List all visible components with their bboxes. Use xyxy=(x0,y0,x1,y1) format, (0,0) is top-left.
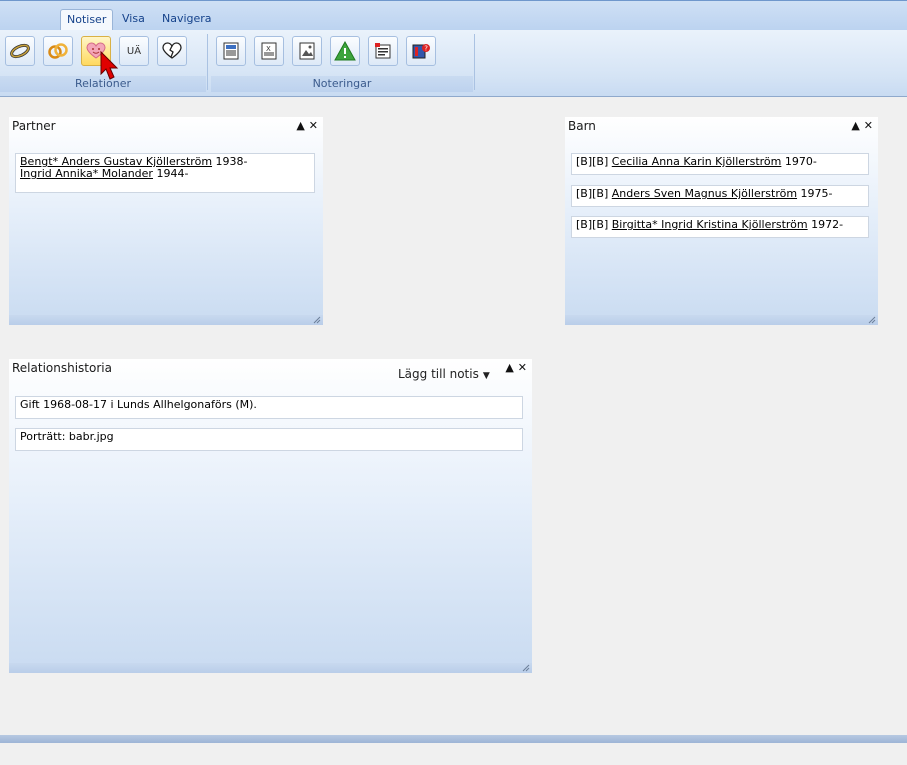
partner-years: 1944- xyxy=(152,167,189,180)
list-item: Ingrid Annika* Molander 1944- xyxy=(20,168,310,180)
mouse-pointer-icon xyxy=(100,50,119,80)
ribbon-body: UÄ Relationer X ? Noteringar xyxy=(0,30,907,96)
image-note-icon xyxy=(299,42,315,60)
history-panel: Relationshistoria Lägg till notis ▼ ▲ ✕ Gi… xyxy=(9,359,532,673)
resize-grip-icon[interactable] xyxy=(521,663,530,672)
panel-title-history: Relationshistoria xyxy=(12,361,112,375)
child-years: 1975- xyxy=(797,187,833,200)
panel-footer xyxy=(9,663,532,673)
list-item: [B][B] Anders Sven Magnus Kjöllerström 1… xyxy=(571,185,869,207)
list-item: [B][B] Birgitta* Ingrid Kristina Kjöller… xyxy=(571,216,869,238)
text-note-button[interactable] xyxy=(216,36,246,66)
group-separator xyxy=(474,34,475,90)
partner-link[interactable]: Ingrid Annika* Molander xyxy=(20,167,153,180)
close-icon[interactable]: ✕ xyxy=(864,119,874,132)
warning-icon xyxy=(334,41,356,61)
document-note-button[interactable]: X xyxy=(254,36,284,66)
resize-grip-icon[interactable] xyxy=(867,315,876,324)
ring-icon xyxy=(10,43,30,59)
close-icon[interactable]: ✕ xyxy=(309,119,319,132)
broken-heart-icon xyxy=(162,42,182,59)
document-note-icon: X xyxy=(261,42,277,60)
source-note-button[interactable] xyxy=(368,36,398,66)
panel-title-barn: Barn xyxy=(568,119,596,133)
close-icon[interactable]: ✕ xyxy=(518,361,528,374)
tab-visa[interactable]: Visa xyxy=(116,9,151,31)
broken-heart-button[interactable] xyxy=(157,36,187,66)
panel-footer xyxy=(9,315,323,325)
child-link[interactable]: Cecilia Anna Karin Kjöllerström xyxy=(612,155,782,168)
panel-controls: ▲ ✕ xyxy=(502,361,528,374)
tab-notiser[interactable]: Notiser xyxy=(60,9,114,31)
wedding-rings-icon xyxy=(48,43,68,59)
resize-grip-icon[interactable] xyxy=(312,315,321,324)
ua-button[interactable]: UÄ xyxy=(119,36,149,66)
history-note-text: Porträtt: babr.jpg xyxy=(20,430,114,443)
ribbon: Notiser Visa Navigera UÄ Relationer X ? … xyxy=(0,0,907,97)
panel-controls: ▲ ✕ xyxy=(848,119,874,132)
chevron-down-icon: ▼ xyxy=(482,371,490,381)
list-item: [B][B] Cecilia Anna Karin Kjöllerström 1… xyxy=(571,153,869,175)
collapse-icon[interactable]: ▲ xyxy=(505,361,514,374)
group-noteringar: X ? Noteringar xyxy=(211,30,473,92)
list-item[interactable]: Gift 1968-08-17 i Lunds Allhelgonaförs (… xyxy=(15,396,523,419)
book-note-button[interactable]: ? xyxy=(406,36,436,66)
child-prefix: [B][B] xyxy=(576,218,612,231)
group-separator xyxy=(207,34,208,90)
ring-button[interactable] xyxy=(5,36,35,66)
group-caption-noteringar: Noteringar xyxy=(211,76,473,92)
partner-list: Bengt* Anders Gustav Kjöllerström 1938- … xyxy=(15,153,315,193)
tab-navigera[interactable]: Navigera xyxy=(156,9,218,31)
text-note-icon xyxy=(223,42,239,60)
ribbon-tabbar: Notiser Visa Navigera xyxy=(0,0,907,31)
child-years: 1972- xyxy=(807,218,844,231)
panel-controls: ▲ ✕ xyxy=(293,119,319,132)
svg-text:X: X xyxy=(266,45,271,53)
source-note-icon xyxy=(375,43,391,59)
wedding-rings-button[interactable] xyxy=(43,36,73,66)
child-link[interactable]: Birgitta* Ingrid Kristina Kjöllerström xyxy=(612,218,808,231)
partner-panel: Partner ▲ ✕ Bengt* Anders Gustav Kjöllers… xyxy=(9,117,323,325)
svg-text:?: ? xyxy=(424,45,428,53)
partner-years: 1938- xyxy=(212,155,248,168)
warning-button[interactable] xyxy=(330,36,360,66)
collapse-icon[interactable]: ▲ xyxy=(296,119,305,132)
add-note-label: Lägg till notis xyxy=(398,367,479,381)
book-note-icon: ? xyxy=(412,44,430,59)
history-note-text: Gift 1968-08-17 i Lunds Allhelgonaförs (… xyxy=(20,398,257,411)
panel-title-partner: Partner xyxy=(12,119,56,133)
ua-icon: UÄ xyxy=(126,45,142,57)
collapse-icon[interactable]: ▲ xyxy=(851,119,860,132)
status-bar xyxy=(0,735,907,743)
child-years: 1970- xyxy=(781,155,817,168)
child-link[interactable]: Anders Sven Magnus Kjöllerström xyxy=(612,187,797,200)
child-prefix: [B][B] xyxy=(576,155,612,168)
child-prefix: [B][B] xyxy=(576,187,612,200)
panel-footer xyxy=(565,315,878,325)
barn-panel: Barn ▲ ✕ [B][B] Cecilia Anna Karin Kjölle… xyxy=(565,117,878,325)
list-item[interactable]: Porträtt: babr.jpg xyxy=(15,428,523,451)
image-note-button[interactable] xyxy=(292,36,322,66)
add-note-dropdown[interactable]: Lägg till notis ▼ xyxy=(398,367,490,381)
